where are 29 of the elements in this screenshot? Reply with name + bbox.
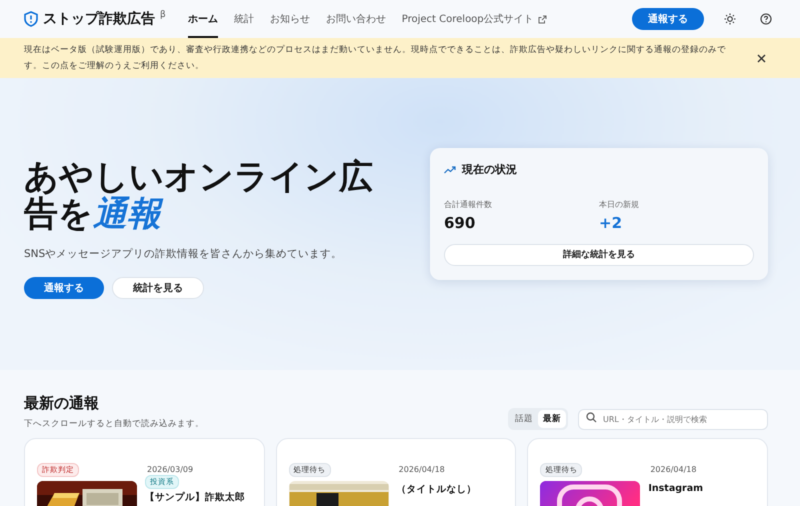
report-date: 2026/04/18 — [650, 465, 698, 474]
stats-button[interactable]: 統計を見る — [112, 277, 204, 299]
status-title: 現在の状況 — [462, 162, 517, 178]
nav-link[interactable]: お問い合わせ — [326, 0, 386, 38]
report-title: Instagram — [648, 483, 704, 494]
site-logo[interactable]: ストップ詐欺広告 — [43, 10, 155, 28]
section-subtitle: 下へスクロールすると自動で読み込みます。 — [24, 418, 205, 430]
hero-subtitle: SNSやメッセージアプリの詐欺情報を皆さんから集めています。 — [24, 247, 344, 261]
report-date: 2026/04/18 — [398, 465, 446, 474]
report-button[interactable]: 通報する — [24, 277, 104, 299]
sort-tab[interactable]: 最新 — [538, 410, 566, 428]
stat-value: +2 — [599, 214, 624, 232]
search-field[interactable]: URL・タイトル・説明で検索 — [578, 409, 768, 430]
stat-label: 合計通報件数 — [444, 199, 493, 210]
nav-link[interactable]: お知らせ — [270, 0, 310, 38]
stat-label: 本日の新規 — [599, 199, 640, 210]
notice-text: 現在はベータ版（試験運用版）であり、審査や行政連携などのプロセスはまだ動いていません。現時点でできることは、詐欺広告や疑わしいリンクに関する通報の登録のみです。この点をご理解のうえご利用ください。 — [24, 44, 727, 73]
report-title: 【サンプル】詐欺太郎 — [145, 491, 245, 504]
report-title: （タイトルなし） — [396, 483, 477, 496]
report-date: 2026/03/09 — [147, 465, 194, 474]
detailed-stats-button[interactable]: 詳細な統計を見る — [444, 244, 754, 266]
stat-value: 690 — [444, 214, 476, 232]
nav-link[interactable]: 統計 — [234, 0, 254, 38]
beta-mark: β — [160, 10, 166, 20]
nav-link[interactable]: Project Coreloop公式サイト — [402, 0, 547, 38]
hero-title: あやしいオンライン広告を通報 — [24, 159, 374, 233]
sort-tab[interactable]: 話題 — [510, 410, 538, 428]
section-title: 最新の通報 — [24, 394, 100, 413]
report-button[interactable]: 通報する — [632, 8, 704, 30]
